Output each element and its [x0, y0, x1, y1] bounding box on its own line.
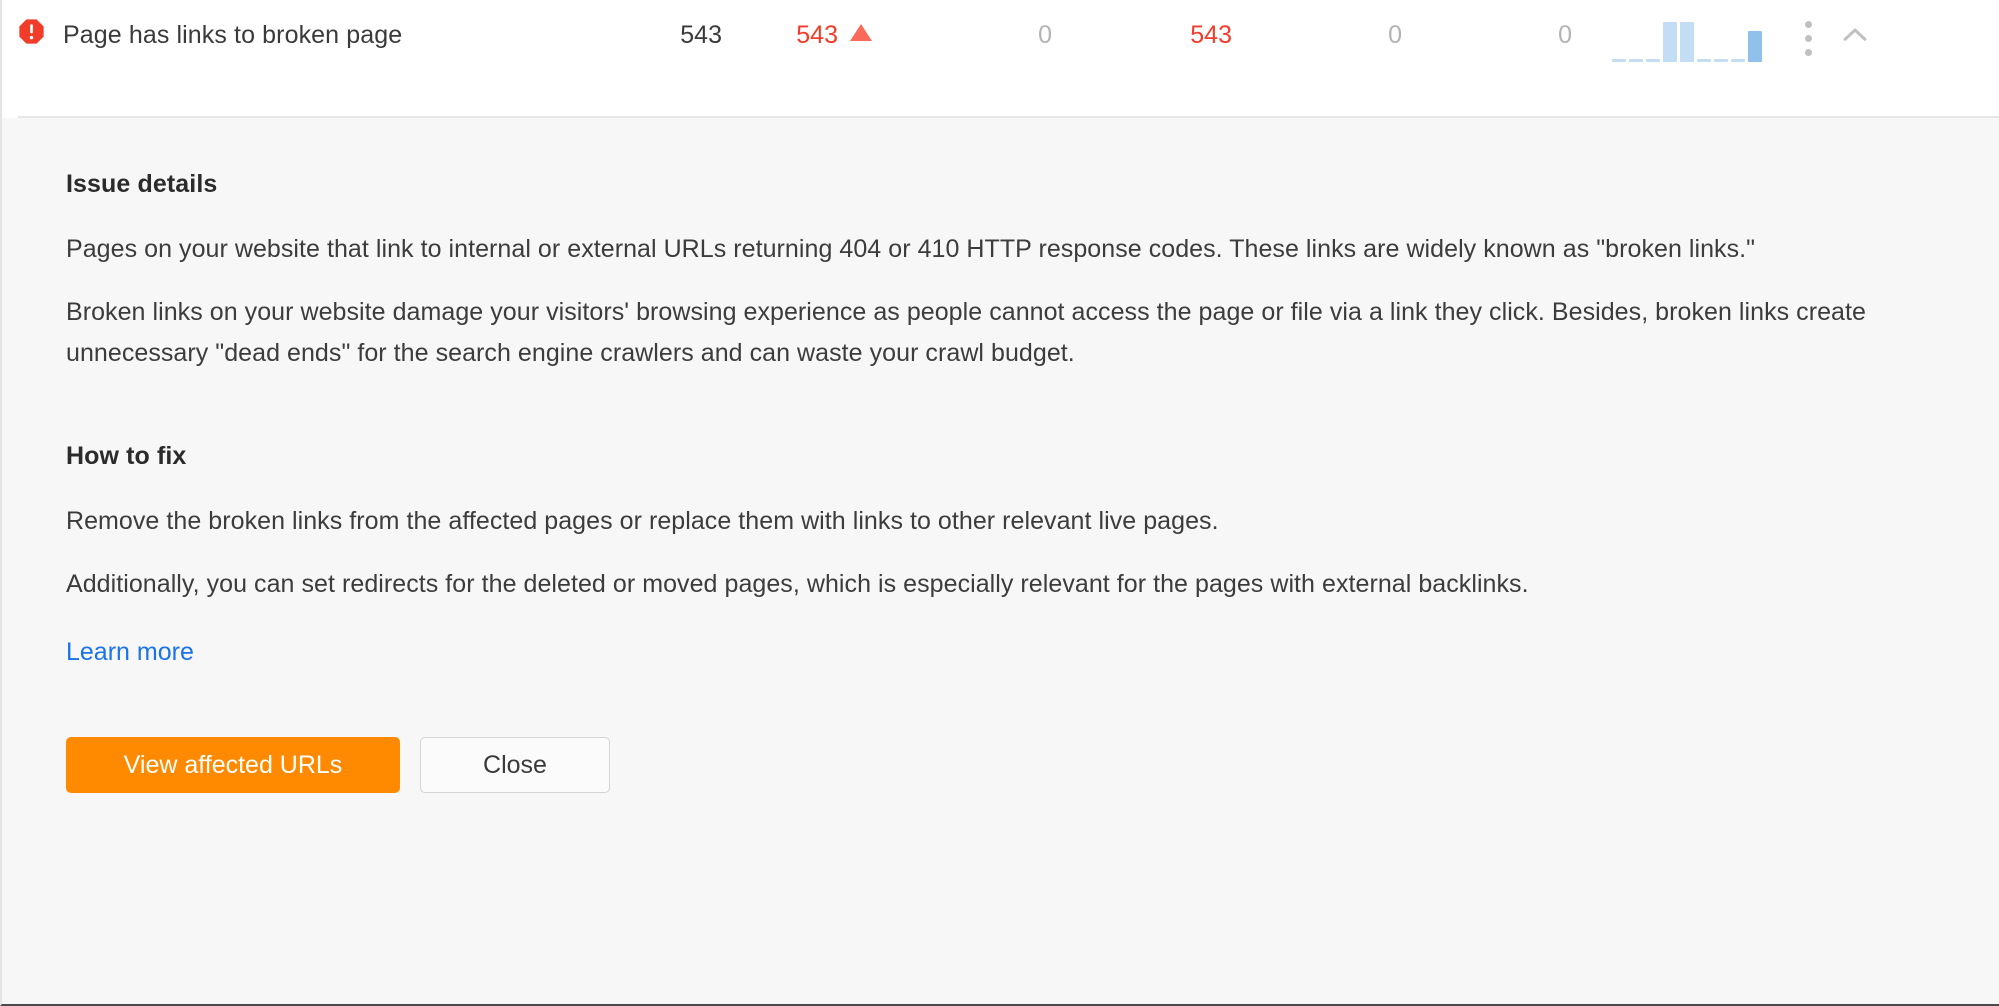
kebab-dot [1804, 35, 1812, 42]
issue-title: Page has links to broken page [63, 21, 403, 49]
panel-button-row: View affected URLs Close [66, 737, 1935, 793]
sparkline-bar [1731, 59, 1745, 62]
metric-fixed-value: 543 [1190, 21, 1232, 49]
more-vertical-icon[interactable] [1804, 18, 1812, 56]
metric-ignored-value: 0 [1388, 21, 1402, 49]
metric-new-value: 543 [796, 21, 838, 49]
issue-row-left: Page has links to broken page [2, 14, 602, 56]
trend-sparkline-chart [1612, 16, 1762, 62]
metric-total-value: 543 [680, 21, 722, 49]
kebab-dot [1804, 49, 1812, 56]
metric-total: 543 [602, 14, 722, 52]
close-button[interactable]: Close [420, 737, 610, 793]
issue-metrics: 543 543 0 543 0 0 [602, 14, 1999, 62]
metric-ignored: 0 [1232, 14, 1402, 52]
how-to-fix-heading: How to fix [66, 442, 187, 470]
metric-broken: 0 [872, 14, 1052, 52]
chevron-up-icon[interactable] [1838, 18, 1872, 52]
sparkline-bar [1680, 22, 1694, 62]
issue-detail-screen: Page has links to broken page 543 543 0 … [0, 0, 1999, 1006]
sparkline-bar [1714, 59, 1728, 62]
how-to-fix-paragraph-1: Remove the broken links from the affecte… [66, 507, 1219, 535]
sparkline-bar [1646, 59, 1660, 62]
issue-row-actions [1804, 14, 1898, 56]
how-to-fix-paragraph-2: Additionally, you can set redirects for … [66, 570, 1529, 598]
sparkline-bar [1663, 22, 1677, 62]
sparkline-bar [1612, 59, 1626, 62]
delta-up-icon [850, 24, 872, 41]
kebab-dot [1804, 21, 1812, 28]
sparkline-bar [1748, 31, 1762, 62]
error-octagon-icon [18, 18, 45, 45]
metric-broken-value: 0 [1038, 21, 1052, 49]
sparkline-bar [1629, 59, 1643, 62]
learn-more-link[interactable]: Learn more [66, 635, 194, 669]
issue-details-paragraph-1: Pages on your website that link to inter… [66, 235, 1756, 263]
metric-other-value: 0 [1558, 21, 1572, 49]
issue-detail-panel: Issue details Pages on your website that… [2, 118, 1999, 1004]
issue-details-heading: Issue details [66, 170, 218, 198]
sparkline-bar [1697, 59, 1711, 62]
issue-row[interactable]: Page has links to broken page 543 543 0 … [2, 0, 1999, 116]
metric-new: 543 [722, 14, 872, 52]
metric-fixed: 543 [1052, 14, 1232, 52]
view-affected-urls-button[interactable]: View affected URLs [66, 737, 400, 793]
issue-details-paragraph-2: Broken links on your website damage your… [66, 298, 1866, 367]
metric-other: 0 [1402, 14, 1572, 52]
